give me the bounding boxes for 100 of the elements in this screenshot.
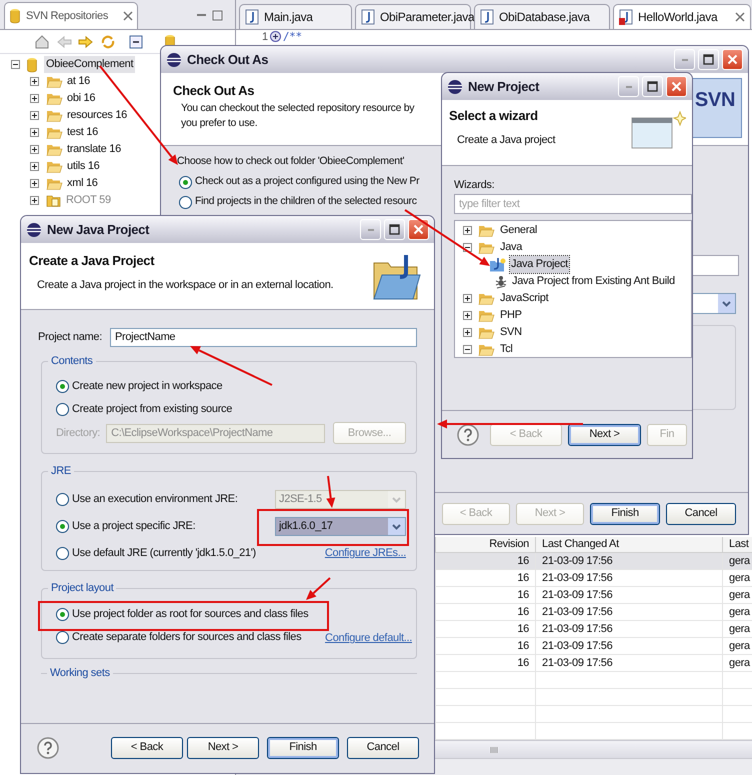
folder-icon — [46, 108, 63, 123]
close-button[interactable] — [408, 219, 429, 240]
dialog-description: you prefer to use. — [181, 116, 258, 130]
jre-dropdown[interactable]: jdk1.6.0_17 — [275, 517, 406, 536]
maximize-icon — [703, 54, 714, 65]
radio-label: Check out as a project configured using the New Pr — [195, 174, 420, 190]
dialog-button[interactable]: Cancel — [347, 736, 419, 758]
dialog-heading: Create a Java Project — [29, 252, 154, 270]
dialog-button[interactable]: Next > — [187, 736, 259, 758]
tree-item[interactable]: General — [499, 222, 538, 239]
editor-tab[interactable]: ObiDatabase.java — [474, 4, 610, 29]
collapse-all-icon — [128, 34, 144, 50]
tree-item[interactable]: Java Project from Existing Ant Build — [511, 273, 676, 290]
minimize-icon — [368, 228, 374, 230]
ant-icon — [494, 274, 508, 290]
window-title: New Project — [468, 78, 540, 96]
dialog-heading: Check Out As — [173, 82, 254, 100]
column-header[interactable]: Revision — [436, 537, 536, 552]
radio-label: Use an execution environment JRE: — [72, 492, 238, 508]
close-button[interactable] — [666, 76, 687, 97]
dialog-description: Create a Java project in the workspace or in an external location. — [37, 278, 334, 292]
folder-icon — [478, 291, 495, 306]
editor-tab-label: HelloWorld.java — [638, 9, 718, 26]
table-cell-text: gera — [729, 554, 750, 569]
folder-icon — [46, 125, 63, 140]
table-cell-text: 21-03-09 17:56 — [542, 588, 612, 603]
project-name-field[interactable]: ProjectName — [110, 328, 417, 346]
group-legend: Project layout — [48, 582, 116, 595]
dialog-button[interactable]: Next > — [568, 424, 641, 446]
tree-item[interactable]: translate 16 — [67, 141, 121, 158]
tree-item[interactable]: utils 16 — [67, 158, 100, 175]
column-header[interactable]: Last — [723, 537, 752, 552]
tree-item[interactable]: xml 16 — [67, 175, 98, 192]
table-cell-text: 16 — [517, 588, 529, 603]
table-cell-text: 16 — [517, 656, 529, 671]
annotation-arrow — [326, 476, 336, 508]
tree-item[interactable]: at 16 — [67, 73, 90, 90]
table-cell-text: 16 — [517, 604, 529, 620]
folder-icon — [46, 159, 63, 174]
java-file-icon — [480, 9, 494, 25]
tree-item[interactable]: resources 16 — [67, 107, 127, 124]
table-cell-text: 16 — [517, 638, 529, 654]
tree-item[interactable]: obi 16 — [67, 90, 96, 107]
radio-button[interactable] — [56, 547, 69, 560]
editor-tab[interactable]: Main.java — [239, 4, 352, 29]
java-folder-icon — [372, 253, 422, 301]
tree-item[interactable]: ObieeComplement — [44, 56, 136, 73]
radio-button[interactable] — [179, 176, 192, 188]
annotation-arrow — [306, 577, 331, 600]
radio-label: Use a project specific JRE: — [72, 519, 196, 534]
dialog-button[interactable]: < Back — [111, 736, 183, 758]
dialog-button[interactable]: Cancel — [666, 502, 736, 524]
radio-button[interactable] — [56, 402, 69, 416]
close-icon — [735, 12, 745, 22]
table-cell-text: 16 — [517, 554, 529, 569]
tree-item[interactable]: Java — [499, 239, 524, 256]
repository-icon — [9, 8, 21, 24]
java-project-icon — [489, 256, 507, 272]
filter-field[interactable]: type filter text — [454, 194, 692, 214]
editor-tab[interactable]: HelloWorld.java — [613, 4, 751, 29]
tree-item[interactable]: Tcl — [499, 341, 514, 357]
window-title: Check Out As — [187, 50, 268, 69]
home-icon — [34, 34, 50, 50]
tree-item[interactable]: JavaScript — [499, 290, 550, 307]
radio-button[interactable] — [179, 196, 192, 208]
help-icon — [37, 736, 59, 758]
maximize-icon — [389, 224, 400, 235]
close-button[interactable] — [722, 49, 743, 70]
tree-item[interactable]: ROOT 59 — [66, 192, 111, 209]
radio-button[interactable] — [56, 520, 69, 533]
radio-button[interactable] — [56, 608, 69, 621]
maximize-button[interactable] — [698, 49, 719, 70]
tree-item[interactable]: PHP — [499, 307, 523, 324]
repository-icon — [26, 56, 38, 72]
maximize-button[interactable] — [642, 76, 663, 97]
view-tab[interactable]: SVN Repositories — [4, 2, 138, 29]
tree-item[interactable]: test 16 — [67, 124, 98, 141]
tree-item[interactable]: SVN — [499, 324, 523, 341]
dialog-button[interactable]: Finish — [590, 502, 660, 524]
editor-tab-label: Main.java — [264, 9, 313, 26]
maximize-button[interactable] — [384, 219, 405, 240]
table-cell-text: gera — [729, 570, 750, 586]
column-header[interactable]: Last Changed At — [536, 537, 723, 552]
radio-label: Find projects in the children of the selected resourc — [195, 194, 417, 210]
table-cell-text: gera — [729, 588, 750, 603]
folder-icon — [478, 240, 495, 255]
radio-button[interactable] — [56, 380, 69, 392]
logo-text: SVN — [694, 88, 736, 113]
eclipse-icon — [26, 222, 42, 238]
table-cell-text: 16 — [517, 622, 529, 637]
dialog-button[interactable]: Finish — [267, 736, 339, 758]
radio-button[interactable] — [56, 631, 69, 644]
folder-icon — [478, 308, 495, 323]
code-comment: /** — [282, 31, 302, 43]
table-cell-text: gera — [729, 638, 750, 654]
table-cell-text: 21-03-09 17:56 — [542, 604, 612, 620]
radio-label: Create project from existing source — [72, 402, 232, 417]
dialog-description: Create a Java project — [457, 132, 556, 148]
tree-item[interactable]: Java Project — [510, 256, 569, 273]
minimize-icon — [682, 58, 688, 60]
